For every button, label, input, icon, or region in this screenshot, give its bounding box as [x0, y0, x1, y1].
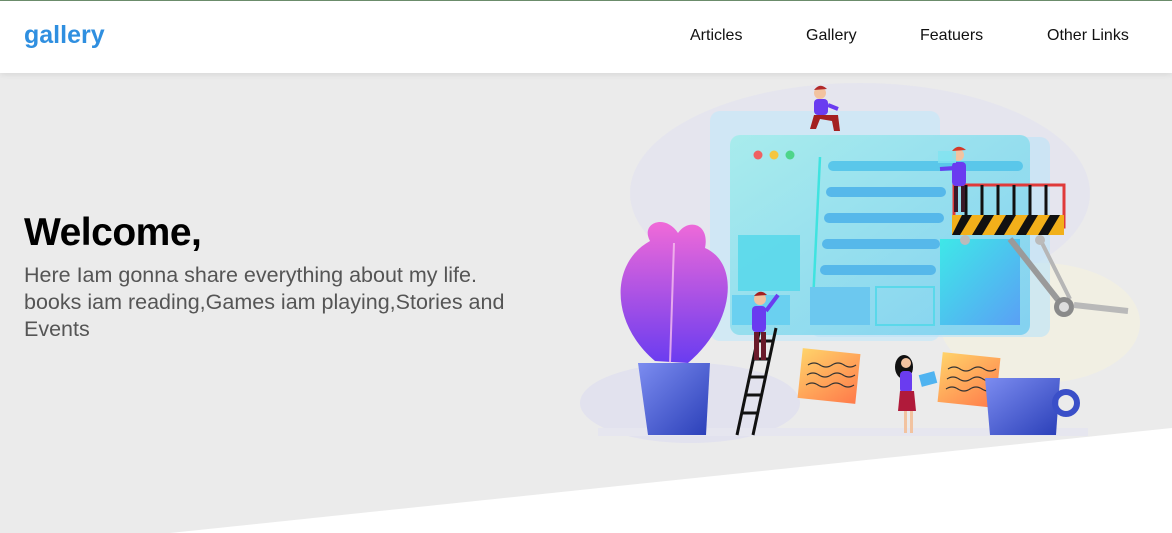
nav-features[interactable]: Featuers	[920, 27, 983, 45]
website-builders-illustration	[580, 83, 1140, 443]
hero-description: Here Iam gonna share everything about my…	[24, 263, 505, 341]
nav-articles[interactable]: Articles	[690, 27, 742, 45]
nav-gallery[interactable]: Gallery	[806, 27, 857, 45]
nav-other-links[interactable]: Other Links	[1047, 27, 1129, 45]
hero-title: Welcome,	[24, 211, 202, 254]
navbar: gallery Articles Gallery Featuers Other …	[0, 1, 1172, 73]
logo-link[interactable]: gallery	[24, 21, 105, 50]
hero-section: Welcome, Here Iam gonna share everything…	[0, 73, 1172, 533]
